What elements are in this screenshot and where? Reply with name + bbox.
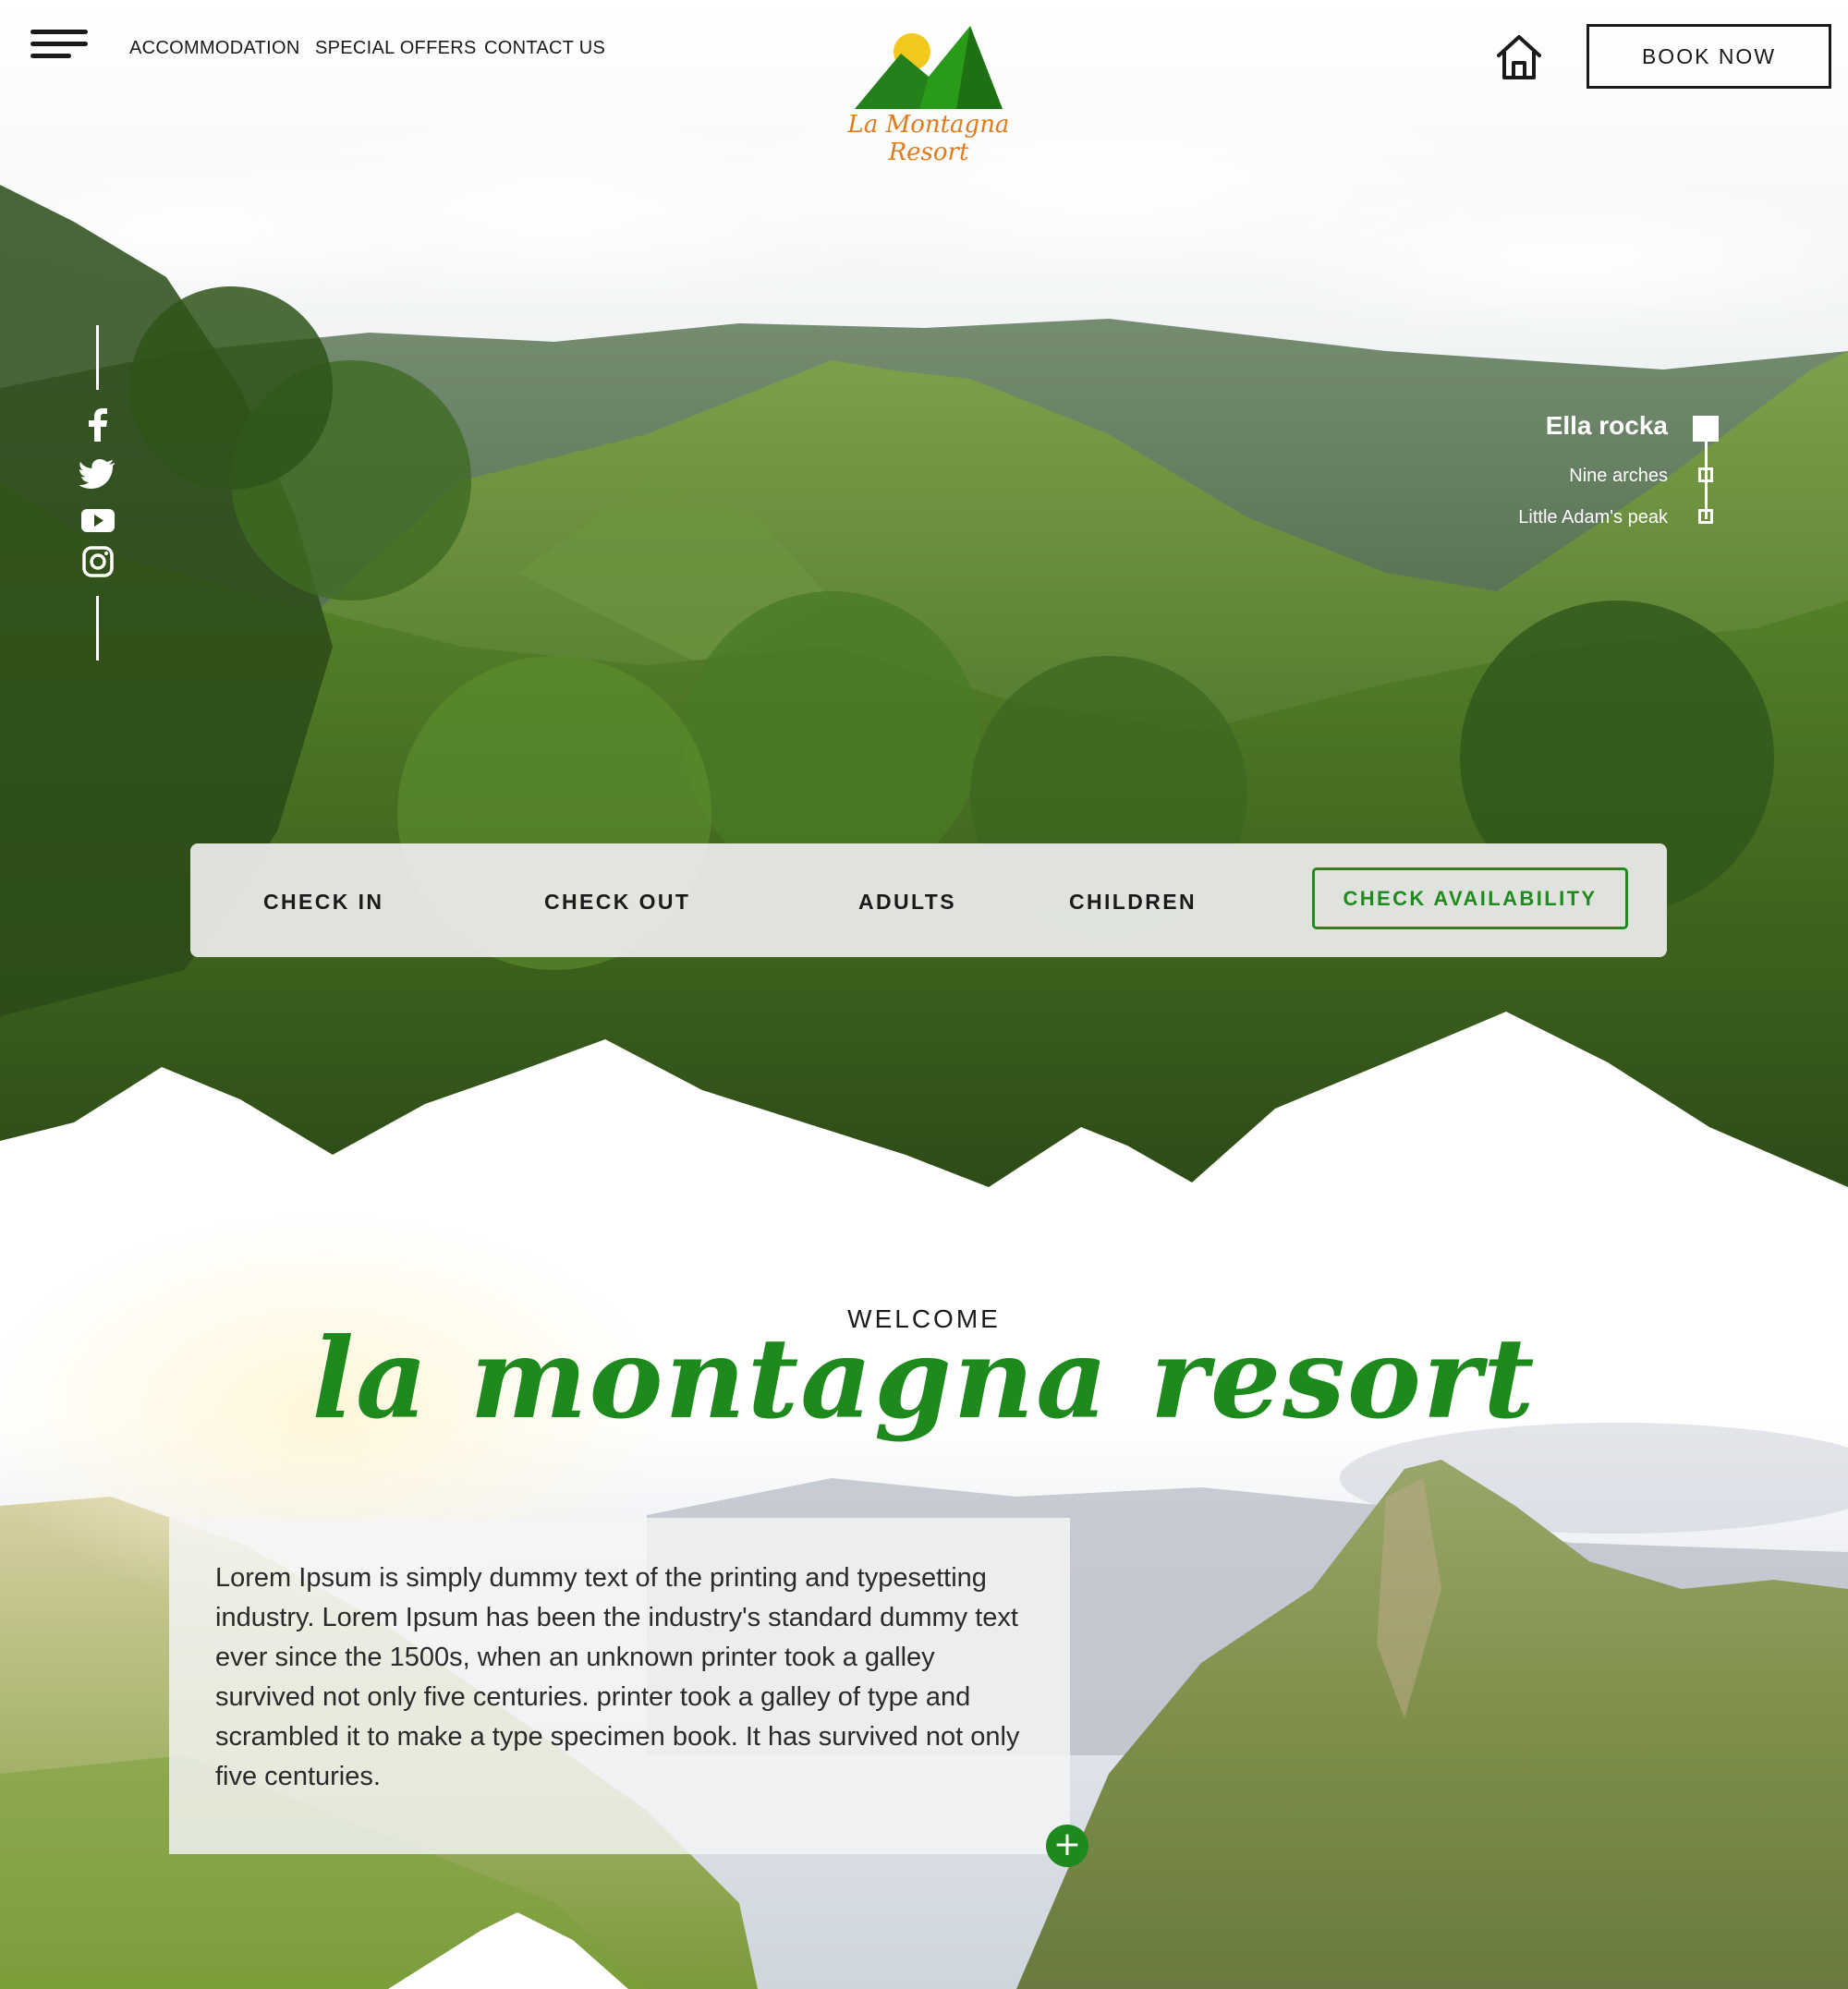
social-divider-bottom [96,596,99,661]
hero-section: ACCOMMODATION SPECIAL OFFERS CONTACT US … [0,0,1848,1201]
hamburger-menu-icon[interactable] [30,30,88,63]
youtube-icon[interactable] [79,502,116,539]
nav-contact-us[interactable]: CONTACT US [484,38,605,59]
plus-icon[interactable]: + [1046,1825,1088,1867]
resort-logo[interactable]: La Montagna Resort [818,26,1040,166]
welcome-section: WELCOME la montagna resort Lorem Ipsum i… [0,1201,1848,1989]
adults-field[interactable]: ADULTS [858,890,956,915]
welcome-title: la montagna resort [311,1314,1537,1444]
nav-accommodation[interactable]: ACCOMMODATION [129,38,299,59]
main-nav: ACCOMMODATION SPECIAL OFFERS CONTACT US [129,38,605,59]
about-card: Lorem Ipsum is simply dummy text of the … [169,1518,1070,1854]
facebook-icon[interactable] [79,406,116,443]
children-field[interactable]: CHILDREN [1069,890,1197,915]
booking-bar: CHECK IN CHECK OUT ADULTS CHILDREN CHECK… [190,843,1667,957]
logo-text: La Montagna Resort [847,111,1010,166]
nav-special-offers[interactable]: SPECIAL OFFERS [315,38,476,59]
check-in-field[interactable]: CHECK IN [263,890,383,915]
slider-nav: Ella rocka Nine arches Little Adam's pea… [1386,406,1848,554]
hero-mountain-image [0,0,1848,1201]
check-out-field[interactable]: CHECK OUT [544,890,690,915]
slide-dot-active[interactable] [1693,416,1719,442]
slide-dot-2[interactable] [1698,467,1713,482]
site-header: ACCOMMODATION SPECIAL OFFERS CONTACT US … [0,0,1848,166]
about-text: Lorem Ipsum is simply dummy text of the … [215,1563,1020,1791]
social-divider-top [96,325,99,390]
slide-label-nine-arches[interactable]: Nine arches [1569,466,1668,487]
book-now-button[interactable]: BOOK NOW [1587,24,1831,89]
slide-label-little-adams-peak[interactable]: Little Adam's peak [1518,507,1668,528]
slide-dot-3[interactable] [1698,509,1713,524]
check-availability-button[interactable]: CHECK AVAILABILITY [1312,867,1628,929]
home-icon[interactable] [1495,33,1543,81]
instagram-icon[interactable] [79,543,116,580]
mountain-sun-logo-icon [855,26,1003,109]
twitter-icon[interactable] [79,455,116,492]
slide-label-ella-rocka[interactable]: Ella rocka [1546,411,1668,441]
